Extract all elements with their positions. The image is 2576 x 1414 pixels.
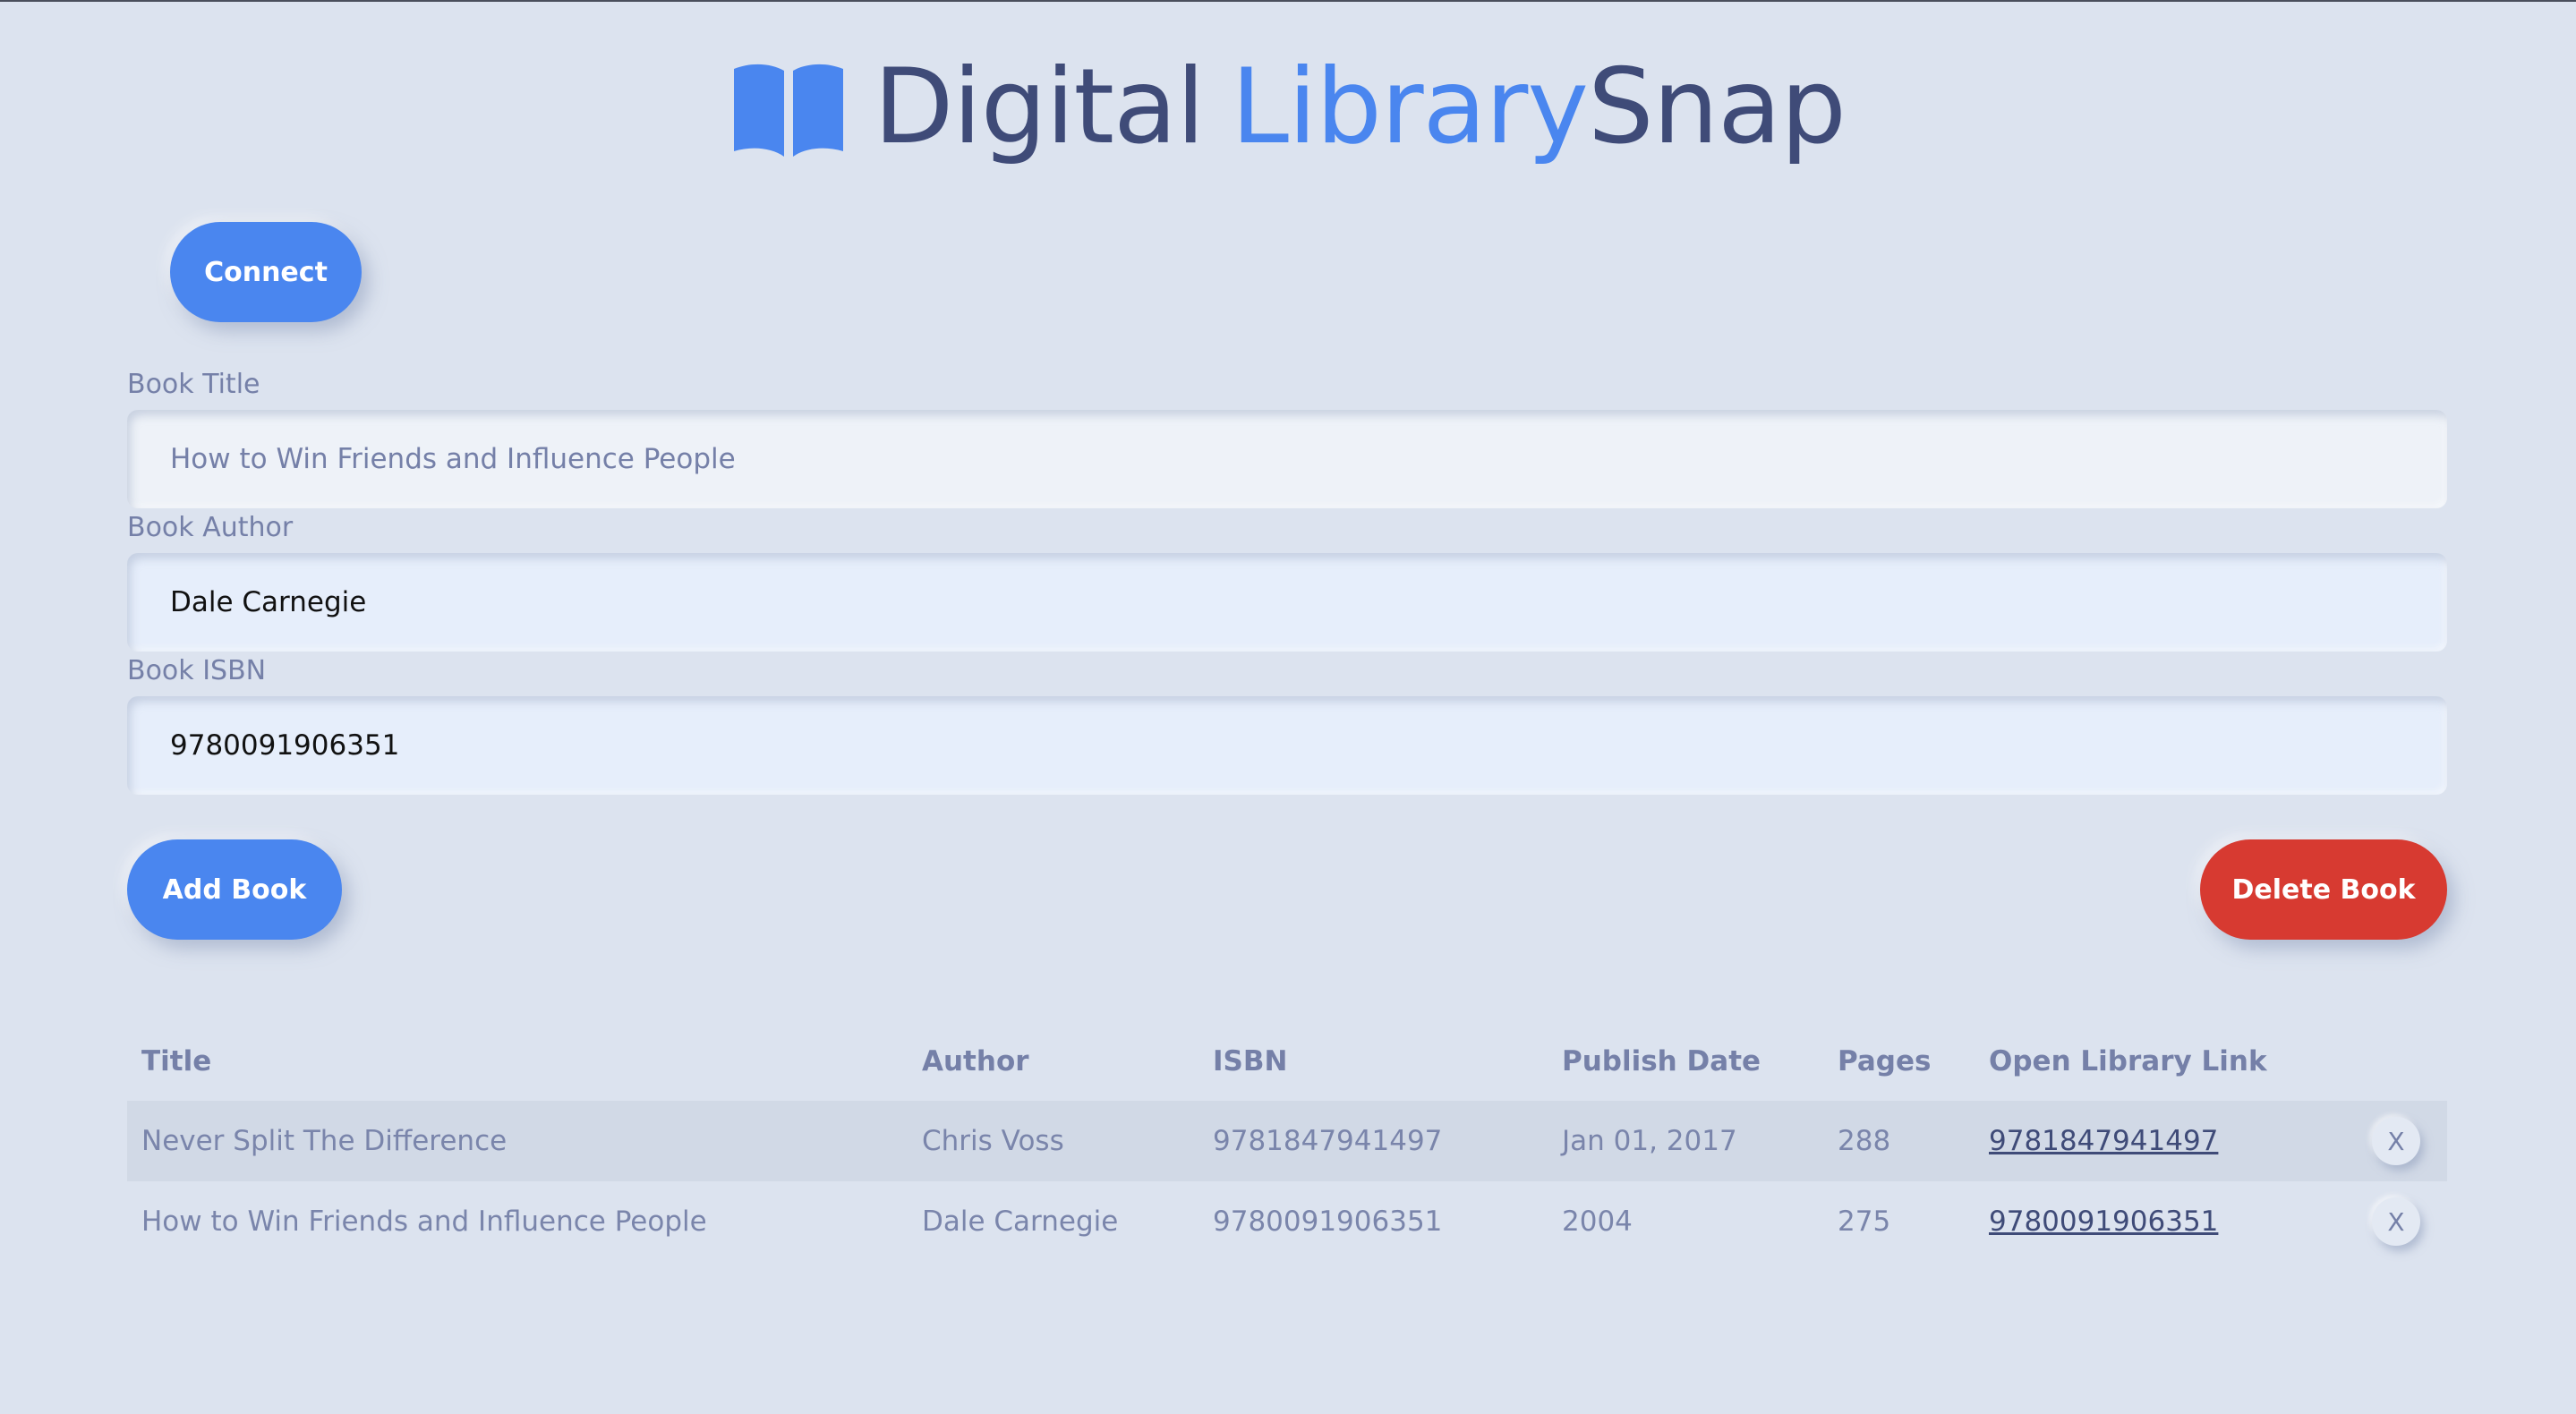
book-title-label: Book Title [127, 369, 260, 400]
cell-pages: 288 [1823, 1101, 1975, 1181]
app-header: Digital Library Snap [0, 45, 2576, 170]
column-header-isbn: ISBN [1213, 1045, 1288, 1078]
open-library-link[interactable]: 9780091906351 [1989, 1205, 2218, 1238]
cell-author: Dale Carnegie [922, 1205, 1119, 1238]
book-author-input[interactable]: Dale Carnegie [127, 553, 2447, 652]
app-title: Digital Library Snap [874, 45, 1847, 170]
cell-link: 9780091906351 [1975, 1181, 2340, 1262]
book-title-input[interactable]: How to Win Friends and Influence People [127, 410, 2447, 508]
title-snap: Snap [1587, 47, 1847, 167]
column-header-pages: Pages [1838, 1045, 1932, 1078]
cell-link: 9781847941497 [1975, 1101, 2340, 1181]
books-table: Title Author ISBN Publish Date Pages Ope… [127, 1022, 2447, 1262]
table-header-row: Title Author ISBN Publish Date Pages Ope… [127, 1022, 2447, 1101]
column-header-title: Title [141, 1045, 212, 1078]
table-row: Never Split The Difference Chris Voss 97… [127, 1101, 2447, 1181]
cell-publish-date: Jan 01, 2017 [1548, 1101, 1823, 1181]
table-row: How to Win Friends and Influence People … [127, 1181, 2447, 1262]
cell-pages: 275 [1838, 1205, 1891, 1238]
cell-author: Chris Voss [908, 1101, 1198, 1181]
cell-publish-date: 2004 [1562, 1205, 1633, 1238]
title-library: Library [1231, 47, 1589, 167]
remove-row-button[interactable]: X [2372, 1117, 2420, 1165]
delete-book-button[interactable]: Delete Book [2200, 839, 2447, 940]
cell-remove: X [2340, 1181, 2447, 1262]
cell-isbn: 9780091906351 [1213, 1205, 1443, 1238]
title-digital: Digital [874, 47, 1205, 167]
cell-title: Never Split The Difference [127, 1101, 908, 1181]
column-header-remove [2340, 1022, 2447, 1101]
column-header-author: Author [922, 1045, 1029, 1078]
add-book-button[interactable]: Add Book [127, 839, 342, 940]
cell-title: How to Win Friends and Influence People [141, 1205, 707, 1238]
remove-row-button[interactable]: X [2372, 1197, 2420, 1246]
book-author-label: Book Author [127, 512, 294, 543]
book-isbn-input[interactable]: 9780091906351 [127, 696, 2447, 795]
cell-isbn: 9781847941497 [1198, 1101, 1548, 1181]
cell-remove: X [2340, 1101, 2447, 1181]
connect-button[interactable]: Connect [170, 222, 362, 322]
open-book-icon [734, 64, 844, 157]
column-header-open-library-link: Open Library Link [1989, 1045, 2267, 1078]
book-isbn-label: Book ISBN [127, 655, 267, 686]
open-library-link[interactable]: 9781847941497 [1989, 1125, 2218, 1157]
column-header-publish-date: Publish Date [1562, 1045, 1761, 1078]
